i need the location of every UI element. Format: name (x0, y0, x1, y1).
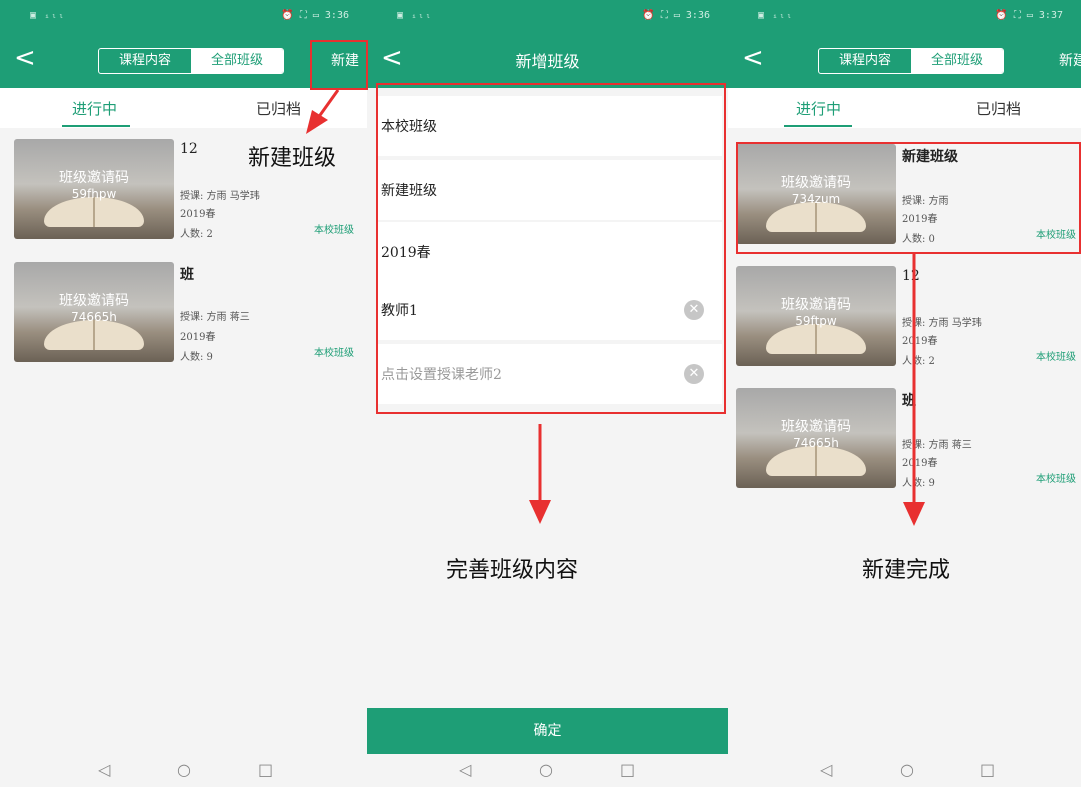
arrow-to-done (903, 254, 925, 526)
annotation-arrows (306, 89, 925, 526)
arrow-to-new-class (306, 89, 340, 134)
arrow-to-complete-content (529, 424, 551, 524)
